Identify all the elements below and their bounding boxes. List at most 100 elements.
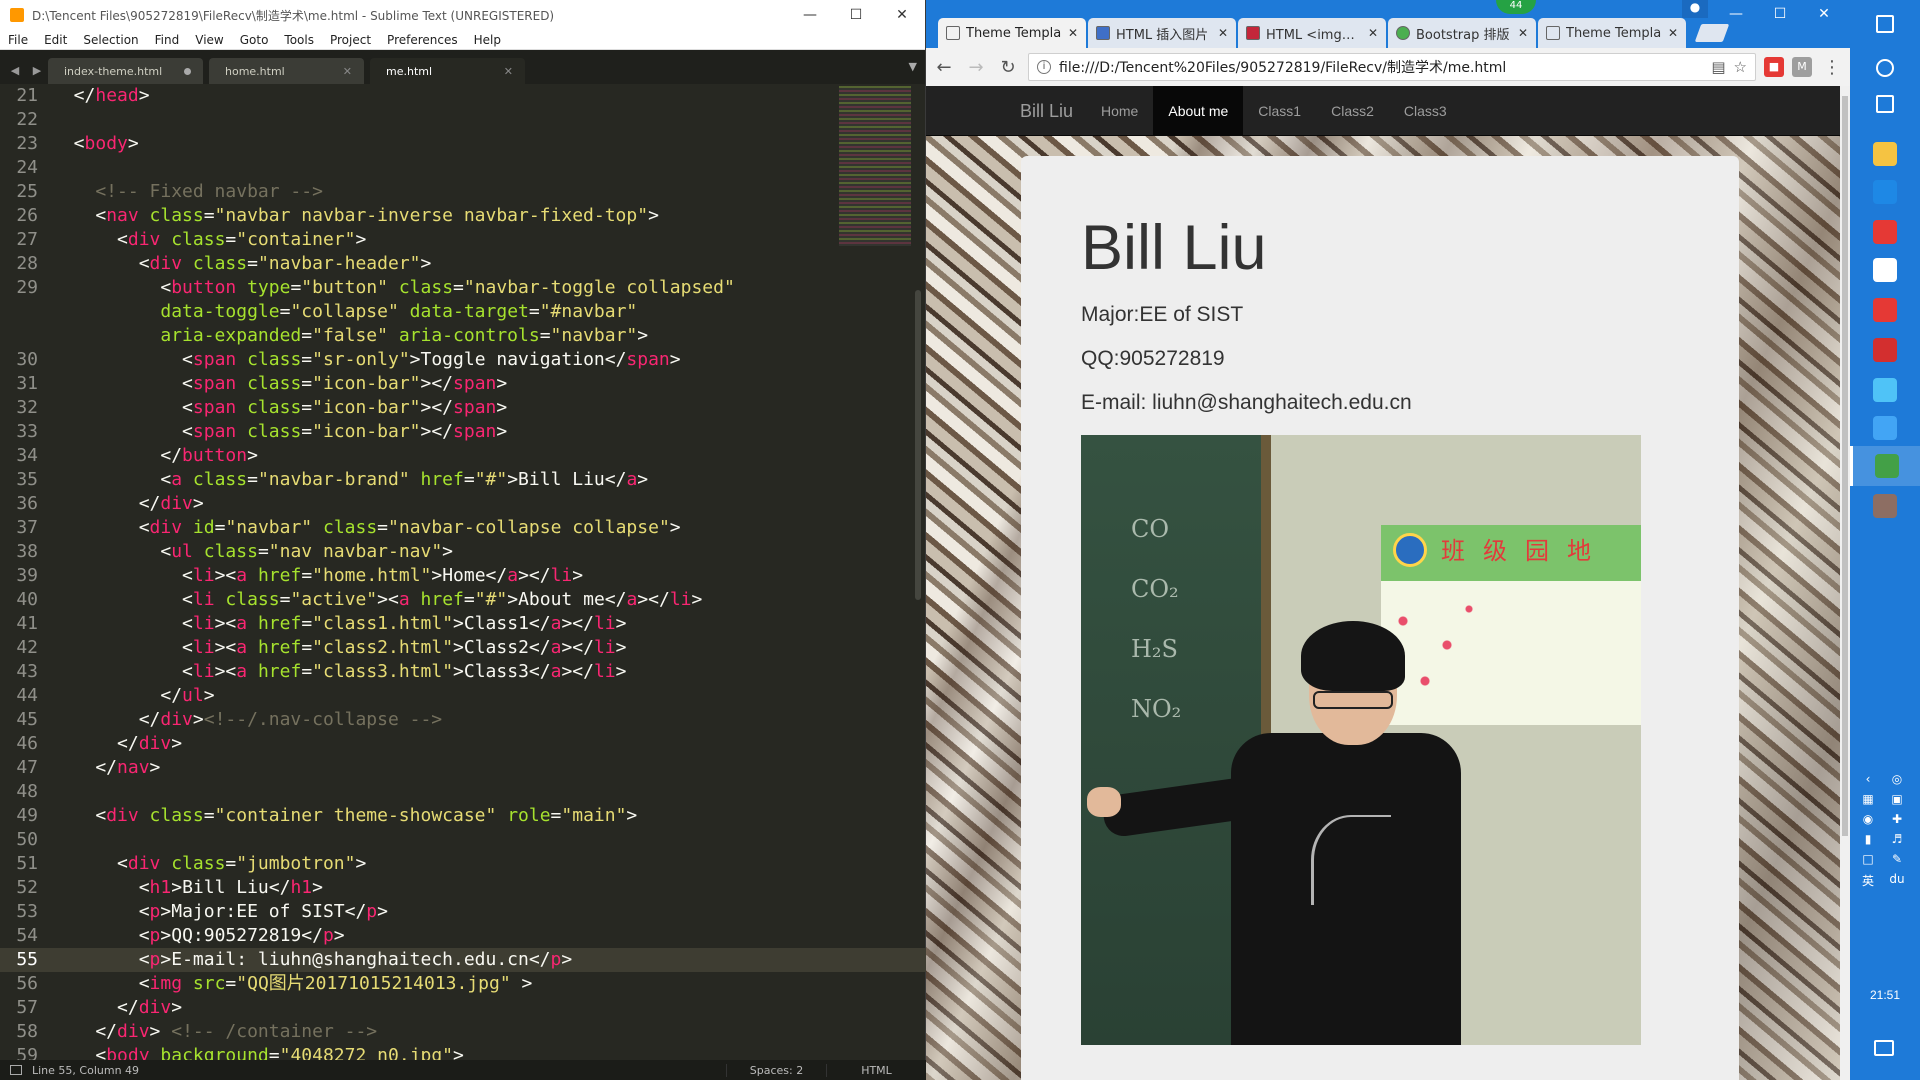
menu-selection[interactable]: Selection xyxy=(83,33,138,47)
menu-preferences[interactable]: Preferences xyxy=(387,33,458,47)
tab-close-icon[interactable]: ✕ xyxy=(504,65,513,78)
code-line[interactable]: 29 <button type="button" class="navbar-t… xyxy=(0,276,926,300)
code-line[interactable]: 47 </nav> xyxy=(0,756,926,780)
action-center-icon[interactable] xyxy=(1874,1040,1894,1056)
code-line[interactable]: 25 <!-- Fixed navbar --> xyxy=(0,180,926,204)
tab-close-icon[interactable]: ✕ xyxy=(1218,26,1228,40)
tab-scroll-arrows[interactable]: ◀ ▶ xyxy=(4,56,48,84)
code-line[interactable]: 24 xyxy=(0,156,926,180)
taskbar-youdao[interactable] xyxy=(1850,330,1920,370)
taskbar-qq-browser[interactable] xyxy=(1850,408,1920,448)
code-line[interactable]: 22 xyxy=(0,108,926,132)
panel-toggle-icon[interactable] xyxy=(10,1065,22,1075)
code-line[interactable]: 23 <body> xyxy=(0,132,926,156)
tab-close-icon[interactable]: ✕ xyxy=(343,65,352,78)
code-line[interactable]: 30 <span class="sr-only">Toggle navigati… xyxy=(0,348,926,372)
taskbar-file-explorer[interactable] xyxy=(1850,134,1920,174)
code-line[interactable]: 44 </ul> xyxy=(0,684,926,708)
address-bar[interactable]: i file:///D:/Tencent%20Files/905272819/F… xyxy=(1028,53,1756,81)
new-tab-button[interactable] xyxy=(1694,24,1730,42)
site-info-icon[interactable]: i xyxy=(1037,60,1051,74)
code-line[interactable]: 26 <nav class="navbar navbar-inverse nav… xyxy=(0,204,926,228)
taskbar-baidu-netdisk[interactable] xyxy=(1850,370,1920,410)
code-line[interactable]: 51 <div class="jumbotron"> xyxy=(0,852,926,876)
code-line[interactable]: 40 <li class="active"><a href="#">About … xyxy=(0,588,926,612)
code-line[interactable]: 39 <li><a href="home.html">Home</a></li> xyxy=(0,564,926,588)
tab-overflow-icon[interactable]: ▼ xyxy=(909,60,917,73)
menu-tools[interactable]: Tools xyxy=(284,33,314,47)
baidu-input-icon[interactable]: du xyxy=(1889,872,1905,886)
code-line[interactable]: 36 </div> xyxy=(0,492,926,516)
code-line[interactable]: 45 </div><!--/.nav-collapse --> xyxy=(0,708,926,732)
page-scrollbar[interactable] xyxy=(1840,86,1850,1080)
code-line[interactable]: 50 xyxy=(0,828,926,852)
tray-network-app-icon[interactable]: ▦ xyxy=(1860,792,1876,806)
notification-badge[interactable]: 44 xyxy=(1496,0,1536,14)
reload-icon[interactable]: ↻ xyxy=(996,55,1020,79)
taskbar-netease-music[interactable] xyxy=(1850,290,1920,330)
code-line[interactable]: 42 <li><a href="class2.html">Class2</a><… xyxy=(0,636,926,660)
browser-tab-html-img[interactable]: HTML <img> 标 ✕ xyxy=(1238,18,1386,48)
tab-home[interactable]: home.html ✕ xyxy=(209,58,364,84)
code-line[interactable]: 31 <span class="icon-bar"></span> xyxy=(0,372,926,396)
code-line[interactable]: 58 </div> <!-- /container --> xyxy=(0,1020,926,1044)
chevron-right-icon[interactable]: ▶ xyxy=(33,64,41,77)
taskbar-start[interactable] xyxy=(1850,4,1920,44)
minimize-icon[interactable]: — xyxy=(1714,2,1758,26)
code-line[interactable]: 37 <div id="navbar" class="navbar-collap… xyxy=(0,516,926,540)
code-line[interactable]: 34 </button> xyxy=(0,444,926,468)
tray-cc-icon[interactable]: ▣ xyxy=(1889,792,1905,806)
bookmark-star-icon[interactable]: ☆ xyxy=(1734,58,1747,76)
code-line[interactable]: 52 <h1>Bill Liu</h1> xyxy=(0,876,926,900)
browser-tab-bootstrap[interactable]: Bootstrap 排版 ✕ xyxy=(1388,18,1536,48)
navbar-brand[interactable]: Bill Liu xyxy=(1020,86,1073,136)
code-line[interactable]: 21 </head> xyxy=(0,84,926,108)
nav-class3[interactable]: Class3 xyxy=(1389,86,1462,136)
menu-file[interactable]: File xyxy=(8,33,28,47)
translate-icon[interactable]: ▤ xyxy=(1711,58,1725,76)
code-line[interactable]: 59 <body background="4048272_n0.jpg"> xyxy=(0,1044,926,1060)
battery-icon[interactable]: ▮ xyxy=(1860,832,1876,846)
display-icon[interactable]: □ xyxy=(1860,852,1876,866)
tray-chevron-icon[interactable]: ‹ xyxy=(1860,772,1876,786)
menu-goto[interactable]: Goto xyxy=(240,33,269,47)
taskbar-notes[interactable] xyxy=(1850,486,1920,526)
menu-edit[interactable]: Edit xyxy=(44,33,67,47)
tab-close-icon[interactable]: ✕ xyxy=(1668,26,1678,40)
taskbar-search[interactable] xyxy=(1850,48,1920,88)
code-line[interactable]: 33 <span class="icon-bar"></span> xyxy=(0,420,926,444)
indentation-setting[interactable]: Spaces: 2 xyxy=(726,1063,826,1077)
taskbar-mail[interactable] xyxy=(1850,250,1920,290)
code-line[interactable]: 53 <p>Major:EE of SIST</p> xyxy=(0,900,926,924)
code-line[interactable]: 41 <li><a href="class1.html">Class1</a><… xyxy=(0,612,926,636)
code-line[interactable]: 55 <p>E-mail: liuhn@shanghaitech.edu.cn<… xyxy=(0,948,926,972)
menu-view[interactable]: View xyxy=(195,33,223,47)
pen-icon[interactable]: ✎ xyxy=(1889,852,1905,866)
back-arrow-icon[interactable]: ← xyxy=(932,55,956,79)
menu-help[interactable]: Help xyxy=(474,33,501,47)
chrome-menu-icon[interactable]: ⋮ xyxy=(1820,55,1844,79)
nav-about-me[interactable]: About me xyxy=(1153,86,1244,136)
tray-add-icon[interactable]: ✚ xyxy=(1889,812,1905,826)
volume-icon[interactable]: ♬ xyxy=(1889,832,1905,846)
tray-qq-icon[interactable]: ◉ xyxy=(1860,812,1876,826)
code-line[interactable]: 32 <span class="icon-bar"></span> xyxy=(0,396,926,420)
tab-close-icon[interactable]: ✕ xyxy=(1518,26,1528,40)
tab-me[interactable]: me.html ✕ xyxy=(370,58,525,84)
minimap-viewport[interactable] xyxy=(839,86,911,246)
editor-scrollbar[interactable] xyxy=(915,290,921,600)
maximize-icon[interactable]: ☐ xyxy=(1758,2,1802,26)
menu-project[interactable]: Project xyxy=(330,33,371,47)
close-icon[interactable]: ✕ xyxy=(1802,2,1846,26)
code-line[interactable]: 46 </div> xyxy=(0,732,926,756)
code-line[interactable]: 49 <div class="container theme-showcase"… xyxy=(0,804,926,828)
taskbar-task-view[interactable] xyxy=(1850,84,1920,124)
tab-index-theme[interactable]: index-theme.html xyxy=(48,58,203,84)
user-profile-icon[interactable]: ● xyxy=(1682,0,1708,18)
maximize-icon[interactable]: ☐ xyxy=(833,0,879,30)
unsaved-dot-icon[interactable] xyxy=(184,67,191,75)
code-line[interactable]: aria-expanded="false" aria-controls="nav… xyxy=(0,324,926,348)
code-line[interactable]: 27 <div class="container"> xyxy=(0,228,926,252)
scrollbar-thumb[interactable] xyxy=(1842,96,1848,836)
url-text[interactable]: file:///D:/Tencent%20Files/905272819/Fil… xyxy=(1059,57,1703,77)
